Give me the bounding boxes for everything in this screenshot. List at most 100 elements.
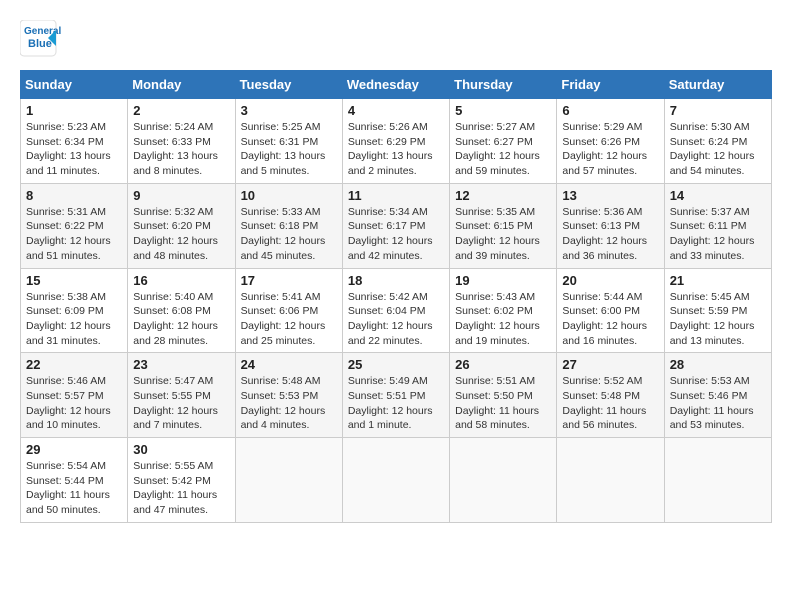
day-info: Sunrise: 5:29 AM Sunset: 6:26 PM Dayligh… xyxy=(562,120,658,179)
sunset-label: Sunset: 5:57 PM xyxy=(26,390,104,402)
sunrise-label: Sunrise: 5:51 AM xyxy=(455,375,535,387)
calendar-cell: 13 Sunrise: 5:36 AM Sunset: 6:13 PM Dayl… xyxy=(557,183,664,268)
sunrise-label: Sunrise: 5:53 AM xyxy=(670,375,750,387)
calendar-cell xyxy=(235,438,342,523)
daylight-label: Daylight: 11 hours and 58 minutes. xyxy=(455,405,539,432)
column-header-friday: Friday xyxy=(557,71,664,99)
day-number: 4 xyxy=(348,103,444,118)
day-number: 2 xyxy=(133,103,229,118)
sunset-label: Sunset: 6:13 PM xyxy=(562,220,640,232)
sunset-label: Sunset: 5:53 PM xyxy=(241,390,319,402)
daylight-label: Daylight: 13 hours and 8 minutes. xyxy=(133,150,218,177)
page-header: General Blue xyxy=(20,20,772,60)
daylight-label: Daylight: 12 hours and 22 minutes. xyxy=(348,320,433,347)
day-info: Sunrise: 5:48 AM Sunset: 5:53 PM Dayligh… xyxy=(241,374,337,433)
day-number: 5 xyxy=(455,103,551,118)
calendar-cell: 3 Sunrise: 5:25 AM Sunset: 6:31 PM Dayli… xyxy=(235,99,342,184)
calendar-cell: 25 Sunrise: 5:49 AM Sunset: 5:51 PM Dayl… xyxy=(342,353,449,438)
calendar-cell: 19 Sunrise: 5:43 AM Sunset: 6:02 PM Dayl… xyxy=(450,268,557,353)
day-number: 16 xyxy=(133,273,229,288)
sunrise-label: Sunrise: 5:40 AM xyxy=(133,291,213,303)
sunrise-label: Sunrise: 5:49 AM xyxy=(348,375,428,387)
column-header-thursday: Thursday xyxy=(450,71,557,99)
sunrise-label: Sunrise: 5:36 AM xyxy=(562,206,642,218)
calendar-cell: 29 Sunrise: 5:54 AM Sunset: 5:44 PM Dayl… xyxy=(21,438,128,523)
calendar-cell: 4 Sunrise: 5:26 AM Sunset: 6:29 PM Dayli… xyxy=(342,99,449,184)
daylight-label: Daylight: 11 hours and 56 minutes. xyxy=(562,405,646,432)
calendar-cell: 17 Sunrise: 5:41 AM Sunset: 6:06 PM Dayl… xyxy=(235,268,342,353)
calendar-cell xyxy=(342,438,449,523)
sunset-label: Sunset: 6:04 PM xyxy=(348,305,426,317)
daylight-label: Daylight: 12 hours and 13 minutes. xyxy=(670,320,755,347)
sunrise-label: Sunrise: 5:24 AM xyxy=(133,121,213,133)
calendar-cell: 10 Sunrise: 5:33 AM Sunset: 6:18 PM Dayl… xyxy=(235,183,342,268)
calendar-cell: 16 Sunrise: 5:40 AM Sunset: 6:08 PM Dayl… xyxy=(128,268,235,353)
sunrise-label: Sunrise: 5:47 AM xyxy=(133,375,213,387)
daylight-label: Daylight: 12 hours and 36 minutes. xyxy=(562,235,647,262)
sunrise-label: Sunrise: 5:44 AM xyxy=(562,291,642,303)
sunset-label: Sunset: 5:51 PM xyxy=(348,390,426,402)
day-number: 7 xyxy=(670,103,766,118)
day-number: 24 xyxy=(241,357,337,372)
calendar-cell: 27 Sunrise: 5:52 AM Sunset: 5:48 PM Dayl… xyxy=(557,353,664,438)
sunset-label: Sunset: 6:02 PM xyxy=(455,305,533,317)
daylight-label: Daylight: 12 hours and 31 minutes. xyxy=(26,320,111,347)
day-info: Sunrise: 5:44 AM Sunset: 6:00 PM Dayligh… xyxy=(562,290,658,349)
daylight-label: Daylight: 12 hours and 7 minutes. xyxy=(133,405,218,432)
day-number: 18 xyxy=(348,273,444,288)
calendar-cell: 1 Sunrise: 5:23 AM Sunset: 6:34 PM Dayli… xyxy=(21,99,128,184)
sunrise-label: Sunrise: 5:46 AM xyxy=(26,375,106,387)
sunset-label: Sunset: 5:44 PM xyxy=(26,475,104,487)
day-number: 13 xyxy=(562,188,658,203)
sunrise-label: Sunrise: 5:42 AM xyxy=(348,291,428,303)
calendar-week-row: 15 Sunrise: 5:38 AM Sunset: 6:09 PM Dayl… xyxy=(21,268,772,353)
day-number: 15 xyxy=(26,273,122,288)
day-number: 3 xyxy=(241,103,337,118)
sunrise-label: Sunrise: 5:43 AM xyxy=(455,291,535,303)
day-info: Sunrise: 5:55 AM Sunset: 5:42 PM Dayligh… xyxy=(133,459,229,518)
day-number: 27 xyxy=(562,357,658,372)
day-info: Sunrise: 5:30 AM Sunset: 6:24 PM Dayligh… xyxy=(670,120,766,179)
calendar-cell xyxy=(557,438,664,523)
day-info: Sunrise: 5:25 AM Sunset: 6:31 PM Dayligh… xyxy=(241,120,337,179)
day-number: 11 xyxy=(348,188,444,203)
sunrise-label: Sunrise: 5:32 AM xyxy=(133,206,213,218)
sunset-label: Sunset: 6:20 PM xyxy=(133,220,211,232)
daylight-label: Daylight: 12 hours and 1 minute. xyxy=(348,405,433,432)
sunset-label: Sunset: 6:34 PM xyxy=(26,136,104,148)
sunrise-label: Sunrise: 5:33 AM xyxy=(241,206,321,218)
calendar-cell: 24 Sunrise: 5:48 AM Sunset: 5:53 PM Dayl… xyxy=(235,353,342,438)
calendar-cell xyxy=(450,438,557,523)
day-info: Sunrise: 5:32 AM Sunset: 6:20 PM Dayligh… xyxy=(133,205,229,264)
calendar-cell: 28 Sunrise: 5:53 AM Sunset: 5:46 PM Dayl… xyxy=(664,353,771,438)
day-info: Sunrise: 5:45 AM Sunset: 5:59 PM Dayligh… xyxy=(670,290,766,349)
daylight-label: Daylight: 11 hours and 50 minutes. xyxy=(26,489,110,516)
sunset-label: Sunset: 6:06 PM xyxy=(241,305,319,317)
sunrise-label: Sunrise: 5:45 AM xyxy=(670,291,750,303)
day-info: Sunrise: 5:47 AM Sunset: 5:55 PM Dayligh… xyxy=(133,374,229,433)
calendar-cell: 26 Sunrise: 5:51 AM Sunset: 5:50 PM Dayl… xyxy=(450,353,557,438)
calendar-cell: 8 Sunrise: 5:31 AM Sunset: 6:22 PM Dayli… xyxy=(21,183,128,268)
daylight-label: Daylight: 12 hours and 10 minutes. xyxy=(26,405,111,432)
day-number: 6 xyxy=(562,103,658,118)
sunrise-label: Sunrise: 5:54 AM xyxy=(26,460,106,472)
sunrise-label: Sunrise: 5:52 AM xyxy=(562,375,642,387)
daylight-label: Daylight: 12 hours and 45 minutes. xyxy=(241,235,326,262)
sunset-label: Sunset: 5:55 PM xyxy=(133,390,211,402)
sunrise-label: Sunrise: 5:25 AM xyxy=(241,121,321,133)
day-number: 17 xyxy=(241,273,337,288)
calendar-cell: 12 Sunrise: 5:35 AM Sunset: 6:15 PM Dayl… xyxy=(450,183,557,268)
day-number: 25 xyxy=(348,357,444,372)
sunrise-label: Sunrise: 5:34 AM xyxy=(348,206,428,218)
day-number: 12 xyxy=(455,188,551,203)
sunset-label: Sunset: 6:29 PM xyxy=(348,136,426,148)
day-number: 26 xyxy=(455,357,551,372)
sunset-label: Sunset: 6:24 PM xyxy=(670,136,748,148)
sunset-label: Sunset: 6:22 PM xyxy=(26,220,104,232)
calendar-cell: 21 Sunrise: 5:45 AM Sunset: 5:59 PM Dayl… xyxy=(664,268,771,353)
day-number: 1 xyxy=(26,103,122,118)
sunset-label: Sunset: 6:31 PM xyxy=(241,136,319,148)
sunset-label: Sunset: 6:33 PM xyxy=(133,136,211,148)
sunrise-label: Sunrise: 5:35 AM xyxy=(455,206,535,218)
day-info: Sunrise: 5:24 AM Sunset: 6:33 PM Dayligh… xyxy=(133,120,229,179)
